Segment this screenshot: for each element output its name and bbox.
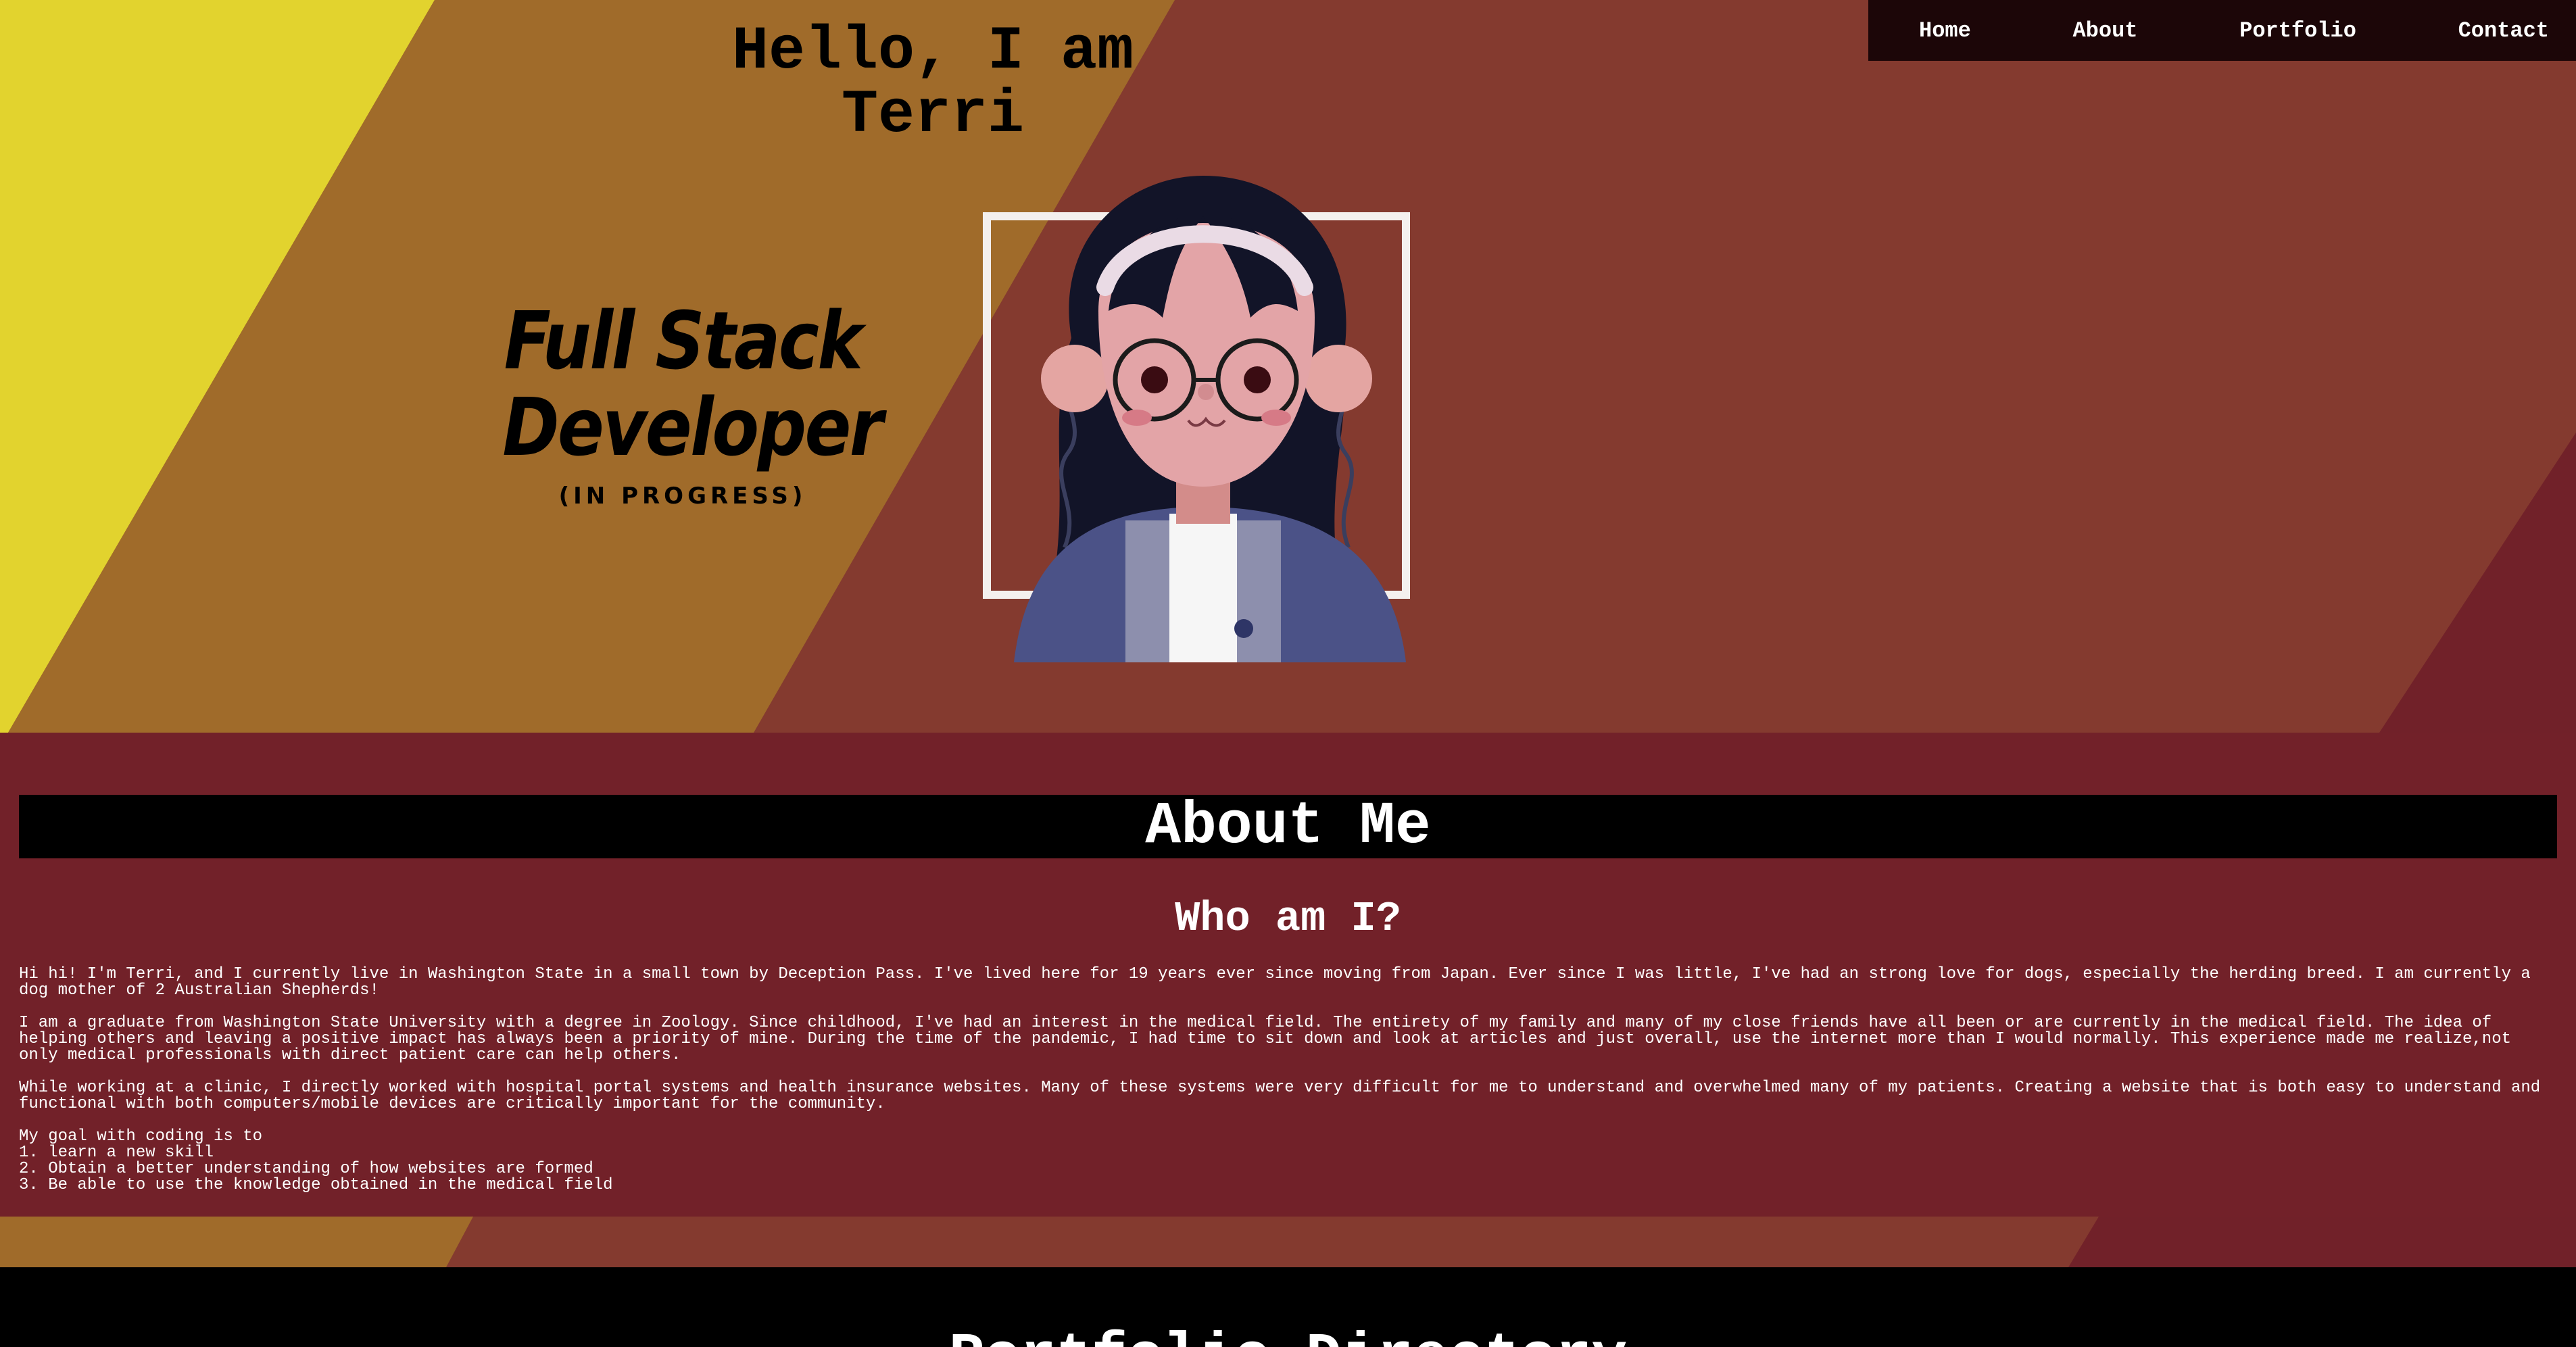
about-paragraph-1: Hi hi! I'm Terri, and I currently live i… [19, 965, 2531, 1000]
goal-item-3: 3. Be able to use the knowledge obtained… [19, 1176, 613, 1194]
who-am-i-heading: Who am I? [1175, 895, 1401, 943]
about-section: About Me Who am I? Hi hi! I'm Terri, and… [0, 733, 2576, 1217]
portfolio-heading: Portfolio Directory [0, 1325, 2576, 1347]
goals-intro: My goal with coding is to [19, 1127, 263, 1146]
nav-contact-link[interactable]: Contact [2458, 18, 2549, 43]
tagline-logo: Full Stack Developer (IN PROGRESS) [473, 297, 892, 510]
goal-item-2: 2. Obtain a better understanding of how … [19, 1160, 593, 1178]
hero-title-line1: Hello, I am [731, 18, 1134, 87]
about-paragraph-2: I am a graduate from Washington State Un… [19, 1014, 2511, 1064]
hero-title: Hello, I am Terri [686, 20, 1180, 147]
divider-band [0, 1217, 2576, 1267]
nav-about-link[interactable]: About [2072, 18, 2137, 43]
portfolio-section: Portfolio Directory [0, 1267, 2576, 1347]
tagline-line2: Developer [502, 381, 883, 474]
nav-portfolio-link[interactable]: Portfolio [2239, 18, 2356, 43]
tagline-line1: Full Stack [504, 294, 863, 387]
about-heading-bar: About Me [19, 793, 2557, 860]
nav-home-link[interactable]: Home [1919, 18, 1971, 43]
goal-item-1: 1. learn a new skill [19, 1144, 214, 1162]
top-nav: Home About Portfolio Contact [1868, 0, 2576, 61]
about-heading: About Me [1145, 793, 1431, 860]
about-text: Hi hi! I'm Terri, and I currently live i… [19, 966, 2557, 1194]
avatar-illustration [983, 176, 1410, 662]
about-paragraph-3: While working at a clinic, I directly wo… [19, 1079, 2541, 1113]
goals-list: My goal with coding is to 1. learn a new… [19, 1129, 2557, 1194]
tagline-sub: (IN PROGRESS) [558, 483, 807, 510]
hero-title-line2: Terri [841, 81, 1025, 150]
